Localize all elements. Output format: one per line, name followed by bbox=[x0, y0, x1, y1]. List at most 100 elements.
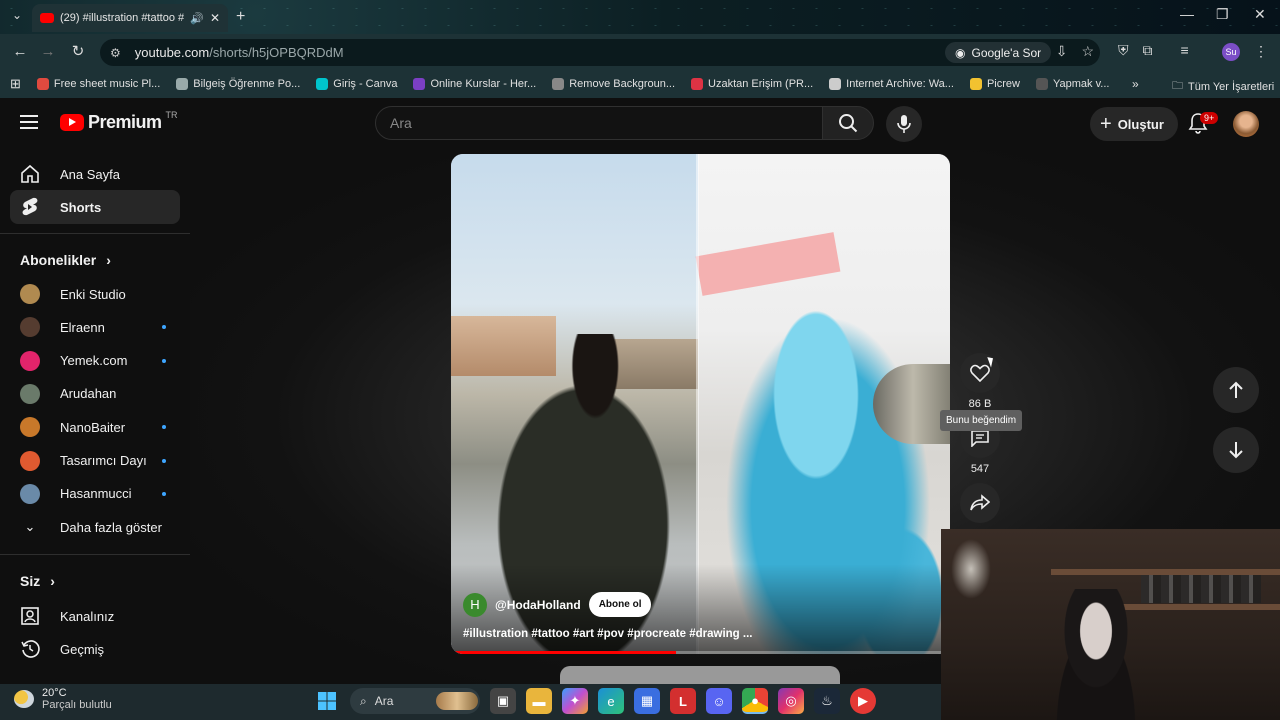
shorts-icon bbox=[20, 197, 40, 217]
subscription-item[interactable]: Tasarımcı Dayı bbox=[10, 444, 180, 478]
subscription-item[interactable]: Elraenn bbox=[10, 310, 180, 344]
steam-icon[interactable]: ♨ bbox=[814, 688, 840, 714]
subscription-item[interactable]: NanoBaiter bbox=[10, 410, 180, 444]
forward-icon[interactable]: → bbox=[38, 42, 58, 62]
bookmark-item[interactable]: Yapmak v... bbox=[1035, 78, 1109, 90]
search-input[interactable]: Ara bbox=[375, 106, 823, 140]
create-button[interactable]: + Oluştur bbox=[1090, 107, 1178, 141]
channel-avatar[interactable]: H bbox=[463, 592, 487, 617]
next-short-button[interactable] bbox=[1213, 427, 1259, 473]
window-close-icon[interactable]: ✕ bbox=[1254, 6, 1266, 23]
sidebar-item-shorts[interactable]: Shorts bbox=[10, 190, 180, 224]
search-icon: ⌕ bbox=[360, 693, 367, 708]
subscription-item[interactable]: Yemek.com bbox=[10, 344, 180, 378]
site-info-icon[interactable]: ⚙ bbox=[110, 46, 121, 60]
subscription-item[interactable]: Arudahan bbox=[10, 377, 180, 411]
microphone-icon bbox=[897, 115, 911, 133]
bookmark-item[interactable]: Giriş - Canva bbox=[316, 78, 397, 90]
share-button[interactable] bbox=[960, 483, 1000, 523]
search-button[interactable] bbox=[822, 106, 874, 140]
media-control-icon[interactable]: ≡ bbox=[1181, 42, 1189, 59]
previous-short-button[interactable] bbox=[1213, 367, 1259, 413]
menu-hamburger-icon[interactable] bbox=[20, 115, 38, 129]
subscriptions-heading[interactable]: Abonelikler › bbox=[20, 252, 111, 268]
address-bar[interactable]: ⚙ youtube.com/shorts/h5jOPBQRDdM ◉ Googl… bbox=[100, 39, 1100, 66]
bookmark-item[interactable]: Online Kurslar - Her... bbox=[413, 78, 536, 90]
bookmarks-overflow-icon[interactable]: » bbox=[1132, 77, 1139, 91]
maximize-icon[interactable]: ❐ bbox=[1216, 6, 1229, 23]
browser-profile-avatar[interactable]: Su bbox=[1222, 43, 1240, 61]
sidebar-divider bbox=[0, 233, 190, 234]
voice-search-button[interactable] bbox=[886, 106, 922, 142]
short-channel-row: H @HodaHolland Abone ol bbox=[463, 592, 652, 617]
chrome-icon[interactable]: ● bbox=[742, 688, 768, 714]
extensions-icon[interactable]: ⧉ bbox=[1143, 42, 1153, 59]
bookmark-favicon-icon bbox=[413, 78, 426, 90]
bookmark-item[interactable]: Free sheet music Pl... bbox=[36, 78, 160, 90]
speaker-icon[interactable]: 🔊 bbox=[190, 12, 204, 25]
short-caption[interactable]: #illustration #tattoo #art #pov #procrea… bbox=[463, 628, 753, 640]
store-icon[interactable]: ▦ bbox=[634, 688, 660, 714]
webcam-overlay bbox=[941, 529, 1280, 720]
tab-search-chevron-icon[interactable]: ⌄ bbox=[8, 8, 26, 26]
chevron-right-icon: › bbox=[50, 573, 55, 589]
youtube-header: Premium TR Ara + Oluştur 9+ bbox=[0, 98, 1280, 150]
instagram-icon[interactable]: ◎ bbox=[778, 688, 804, 714]
google-ask-button[interactable]: ◉ Google'a Sor bbox=[945, 42, 1052, 63]
back-icon[interactable]: ← bbox=[10, 42, 30, 62]
windows-taskbar: 20°C Parçalı bulutlu ⌕ Ara ▣ ▬ ✦ e ▦ L ☺… bbox=[0, 684, 941, 720]
browser-menu-icon[interactable]: ⋮ bbox=[1254, 43, 1268, 60]
sidebar-divider bbox=[0, 554, 190, 555]
like-tooltip: Bunu beğendim bbox=[940, 410, 1023, 431]
subscription-item[interactable]: Hasanmucci bbox=[10, 477, 180, 511]
subscription-item[interactable]: Enki Studio bbox=[10, 277, 180, 311]
sidebar-item-history[interactable]: Geçmiş bbox=[10, 632, 180, 666]
account-avatar[interactable] bbox=[1233, 111, 1259, 137]
weather-widget[interactable]: 20°C Parçalı bulutlu bbox=[14, 687, 112, 711]
show-more-button[interactable]: ⌄ Daha fazla göster bbox=[10, 510, 180, 544]
edge-icon[interactable]: e bbox=[598, 688, 624, 714]
short-video-player[interactable]: H @HodaHolland Abone ol #illustration #t… bbox=[451, 154, 950, 654]
copilot-icon[interactable]: ✦ bbox=[562, 688, 588, 714]
new-tab-button[interactable]: + bbox=[236, 8, 245, 26]
windows-start-icon[interactable] bbox=[314, 688, 340, 714]
youtube-premium-logo[interactable]: Premium TR bbox=[60, 110, 178, 133]
taskbar-search[interactable]: ⌕ Ara bbox=[350, 688, 480, 714]
home-icon bbox=[20, 164, 40, 184]
plus-icon: + bbox=[1100, 112, 1112, 135]
install-app-icon[interactable]: ⇩ bbox=[1056, 43, 1068, 60]
sidebar-item-home[interactable]: Ana Sayfa bbox=[10, 157, 180, 191]
reload-icon[interactable]: ↻ bbox=[68, 42, 88, 62]
url-text: youtube.com/shorts/h5jOPBQRDdM bbox=[134, 45, 344, 60]
bookmark-item[interactable]: Picrew bbox=[969, 78, 1020, 90]
file-explorer-icon[interactable]: ▬ bbox=[526, 688, 552, 714]
bookmark-item[interactable]: Uzaktan Erişim (PR... bbox=[691, 78, 813, 90]
video-progress-fill bbox=[451, 651, 676, 654]
bookmark-favicon-icon bbox=[969, 78, 982, 90]
sidebar-item-your-channel[interactable]: Kanalınız bbox=[10, 599, 180, 633]
channel-avatar bbox=[20, 350, 40, 371]
discord-icon[interactable]: ☺ bbox=[706, 688, 732, 714]
bookmark-item[interactable]: Internet Archive: Wa... bbox=[829, 78, 954, 90]
all-bookmarks-button[interactable]: 🗀 Tüm Yer İşaretleri bbox=[1172, 77, 1274, 96]
app-l-icon[interactable]: L bbox=[670, 688, 696, 714]
tab-title: (29) #illustration #tattoo #a bbox=[60, 12, 185, 24]
new-content-dot bbox=[162, 458, 166, 463]
apps-grid-icon[interactable]: ⊞ bbox=[10, 76, 21, 92]
task-view-icon[interactable]: ▣ bbox=[490, 688, 516, 714]
channel-name[interactable]: @HodaHolland bbox=[495, 598, 581, 612]
tab-close-icon[interactable]: ✕ bbox=[210, 11, 220, 25]
video-progress-bar[interactable] bbox=[451, 651, 950, 654]
browser-tab-active[interactable]: (29) #illustration #tattoo #a 🔊 ✕ bbox=[32, 4, 228, 32]
bookmark-item[interactable]: Remove Backgroun... bbox=[552, 78, 675, 90]
next-short-preview[interactable] bbox=[560, 666, 840, 684]
media-player-icon[interactable]: ▶ bbox=[850, 688, 876, 714]
subscribe-button[interactable]: Abone ol bbox=[588, 592, 652, 617]
youtube-favicon-icon bbox=[40, 13, 54, 23]
minimize-icon[interactable]: — bbox=[1180, 6, 1194, 22]
you-heading[interactable]: Siz › bbox=[20, 573, 55, 589]
like-button[interactable] bbox=[960, 353, 1000, 393]
shield-extension-icon[interactable]: ⛨ bbox=[1118, 42, 1129, 59]
bookmark-item[interactable]: Bilgeiş Öğrenme Po... bbox=[176, 78, 300, 90]
bookmark-star-icon[interactable]: ☆ bbox=[1081, 43, 1094, 60]
